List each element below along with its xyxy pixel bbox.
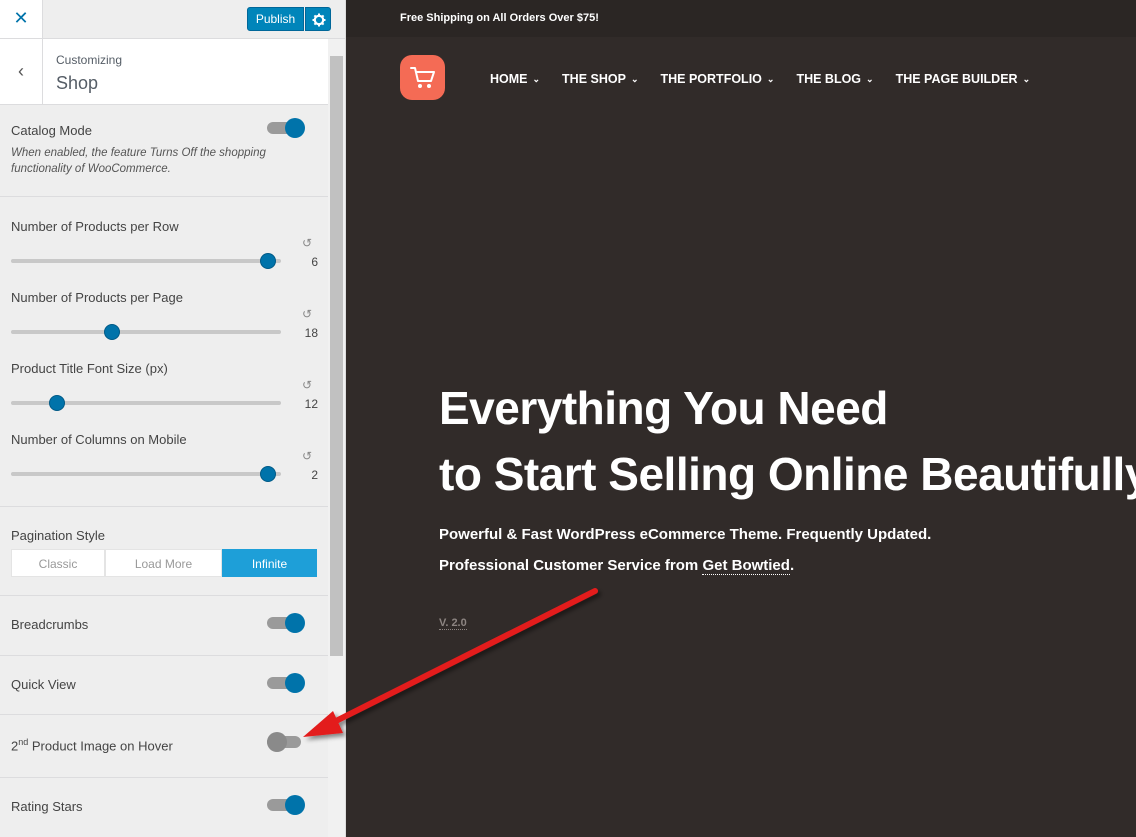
products-per-row-label: Number of Products per Row (11, 219, 179, 234)
divider (0, 595, 328, 596)
publish-button[interactable]: Publish (247, 7, 304, 31)
catalog-mode-label: Catalog Mode (11, 123, 92, 138)
chevron-down-icon: ⌄ (630, 74, 639, 84)
reset-icon[interactable]: ↺ (302, 449, 312, 463)
quick-view-toggle[interactable] (267, 670, 305, 696)
title-font-size-slider[interactable] (11, 393, 281, 413)
nav-item-the-blog[interactable]: THE BLOG ⌄ (796, 72, 873, 86)
products-per-page-label: Number of Products per Page (11, 290, 183, 305)
breadcrumbs-toggle[interactable] (267, 610, 305, 636)
chevron-down-icon: ⌄ (866, 74, 874, 84)
customizer-header: ✕ Publish (0, 0, 345, 39)
title-font-size-label: Product Title Font Size (px) (11, 361, 168, 376)
site-preview: Free Shipping on All Orders Over $75! HO… (346, 0, 1136, 837)
section-breadcrumb: Customizing (56, 53, 123, 67)
publish-settings-button[interactable] (305, 7, 331, 31)
second-image-hover-toggle[interactable] (267, 729, 305, 755)
scrollbar-thumb[interactable] (330, 56, 343, 656)
products-per-page-slider[interactable] (11, 322, 281, 342)
reset-icon[interactable]: ↺ (302, 236, 312, 250)
close-icon: ✕ (13, 8, 29, 28)
reset-icon[interactable]: ↺ (302, 307, 312, 321)
products-per-row-slider[interactable] (11, 251, 281, 271)
mobile-columns-label: Number of Columns on Mobile (11, 432, 187, 447)
pagination-option-load-more[interactable]: Load More (105, 549, 222, 577)
quick-view-label: Quick View (11, 677, 76, 692)
slider-thumb[interactable] (259, 466, 276, 482)
nav-item-home[interactable]: HOME ⌄ (490, 72, 540, 86)
nav-item-the-page-builder[interactable]: THE PAGE BUILDER ⌄ (896, 72, 1031, 86)
products-per-page-value: 18 (304, 326, 318, 340)
hero-heading-line-2: to Start Selling Online Beautifully (439, 448, 1136, 500)
catalog-mode-description: When enabled, the feature Turns Off the … (11, 147, 266, 175)
version-link[interactable]: V. 2.0 (439, 617, 467, 630)
nav-item-the-shop[interactable]: THE SHOP ⌄ (562, 72, 638, 86)
rating-stars-label: Rating Stars (11, 799, 83, 814)
back-button[interactable]: ‹ (0, 39, 43, 104)
divider (0, 777, 328, 778)
hero-subtitle-line-1: Powerful & Fast WordPress eCommerce Them… (439, 526, 932, 543)
section-title: Shop (56, 73, 99, 93)
divider (0, 196, 328, 197)
products-per-row-value: 6 (311, 255, 318, 269)
chevron-down-icon: ⌄ (766, 74, 775, 84)
second-image-hover-label: 2nd Product Image on Hover (11, 737, 173, 754)
chevron-down-icon: ⌄ (532, 74, 541, 84)
promo-text: Free Shipping on All Orders Over $75! (400, 12, 599, 24)
breadcrumbs-label: Breadcrumbs (11, 617, 89, 632)
main-nav: HOME ⌄ THE SHOP ⌄ THE PORTFOLIO ⌄ THE BLOG ⌄… (490, 72, 1052, 86)
reset-icon[interactable]: ↺ (302, 378, 312, 392)
section-header: ‹ Customizing Shop (0, 39, 328, 105)
site-logo[interactable] (400, 55, 445, 100)
promo-bar: Free Shipping on All Orders Over $75! (346, 0, 1136, 37)
slider-thumb[interactable] (48, 395, 65, 411)
customizer-sidebar: ✕ Publish ‹ Customizing Shop Catalog Mod… (0, 0, 346, 837)
cart-icon (410, 67, 435, 88)
catalog-mode-toggle[interactable] (267, 115, 305, 141)
close-customizer-button[interactable]: ✕ (0, 0, 43, 38)
hero-subtitle-line-2: Professional Customer Service from Get B… (439, 557, 795, 575)
pagination-option-classic[interactable]: Classic (11, 549, 105, 577)
divider (0, 655, 328, 656)
mobile-columns-slider[interactable] (11, 464, 281, 484)
mobile-columns-value: 2 (311, 468, 318, 482)
pagination-style-label: Pagination Style (11, 528, 105, 543)
get-bowtied-link[interactable]: Get Bowtied (702, 557, 790, 575)
pagination-option-infinite[interactable]: Infinite (222, 549, 317, 577)
divider (0, 714, 328, 715)
slider-thumb[interactable] (259, 253, 276, 269)
rating-stars-toggle[interactable] (267, 792, 305, 818)
slider-thumb[interactable] (104, 324, 121, 340)
chevron-down-icon: ⌄ (1022, 74, 1031, 84)
divider (0, 506, 328, 507)
nav-item-the-portfolio[interactable]: THE PORTFOLIO ⌄ (661, 72, 775, 86)
pagination-style-selector: Classic Load More Infinite (11, 549, 317, 577)
title-font-size-value: 12 (304, 397, 318, 411)
hero-heading-line-1: Everything You Need (439, 382, 888, 434)
chevron-left-icon: ‹ (18, 61, 24, 81)
gear-icon (312, 13, 326, 27)
